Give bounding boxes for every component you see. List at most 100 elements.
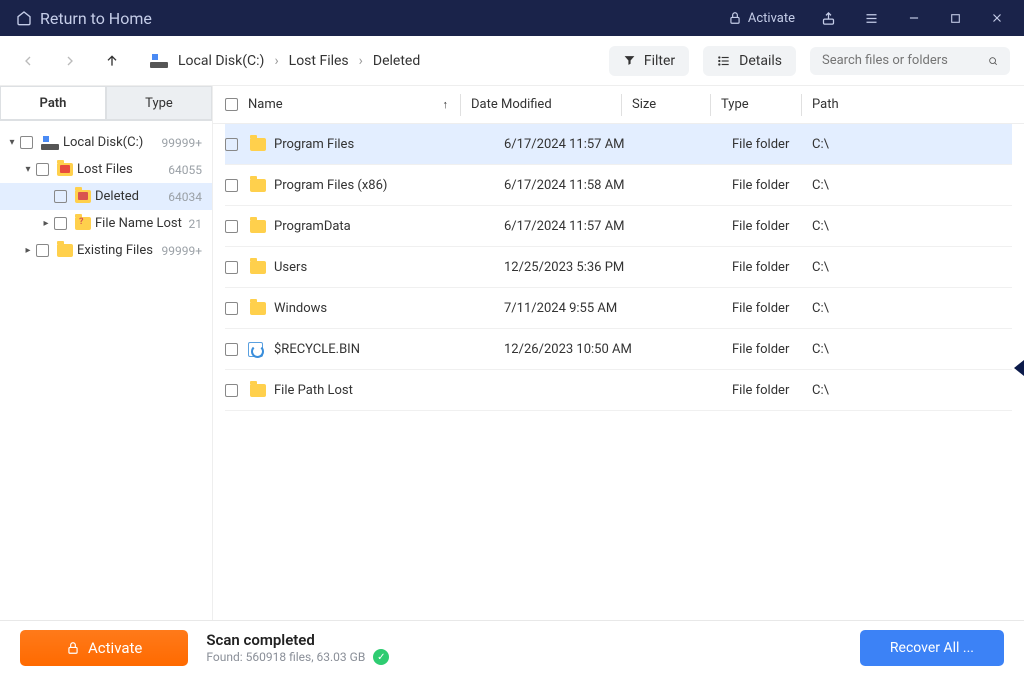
search-input[interactable] — [822, 53, 988, 68]
file-type: File folder — [732, 383, 812, 398]
maximize-button[interactable] — [937, 4, 974, 33]
breadcrumb: Local Disk(C:) › Lost Files › Deleted — [140, 51, 595, 71]
file-checkbox[interactable] — [225, 343, 238, 356]
return-home-label: Return to Home — [40, 9, 152, 28]
tree-item-label: File Name Lost — [95, 216, 182, 231]
drive-icon — [150, 54, 168, 68]
tree-item-label: Existing Files — [77, 243, 153, 258]
filter-label: Filter — [644, 53, 675, 69]
file-row[interactable]: Program Files (x86)6/17/2024 11:58 AMFil… — [225, 165, 1012, 206]
arrow-left-icon — [20, 53, 36, 69]
tree-checkbox[interactable] — [54, 217, 67, 230]
tree-checkbox[interactable] — [36, 163, 49, 176]
recycle-bin-icon — [248, 342, 263, 357]
folder-icon — [250, 138, 266, 151]
caret-down-icon[interactable]: ▾ — [22, 164, 34, 175]
column-name[interactable]: Name↑ — [248, 97, 460, 112]
column-date[interactable]: Date Modified — [471, 97, 621, 112]
breadcrumb-item-0[interactable]: Local Disk(C:) — [174, 51, 268, 71]
folder-lost-icon — [57, 163, 73, 176]
search-box[interactable] — [810, 47, 1010, 75]
tree-checkbox[interactable] — [54, 190, 67, 203]
recover-all-button[interactable]: Recover All ... — [860, 630, 1004, 666]
breadcrumb-item-1[interactable]: Lost Files — [285, 51, 353, 71]
file-type: File folder — [732, 178, 812, 193]
details-button[interactable]: Details — [703, 46, 796, 76]
file-row[interactable]: Program Files6/17/2024 11:57 AMFile fold… — [225, 124, 1012, 165]
caret-right-icon[interactable]: ▸ — [22, 245, 34, 256]
file-name: ProgramData — [274, 219, 504, 234]
file-checkbox[interactable] — [225, 384, 238, 397]
folder-unknown-icon — [75, 217, 91, 230]
file-checkbox[interactable] — [225, 261, 238, 274]
file-checkbox[interactable] — [225, 138, 238, 151]
file-name: $RECYCLE.BIN — [274, 342, 504, 357]
column-size[interactable]: Size — [632, 97, 710, 112]
tab-type[interactable]: Type — [106, 86, 212, 120]
file-name: File Path Lost — [274, 383, 504, 398]
tree-item[interactable]: ▸File Name Lost21 — [0, 210, 212, 237]
folder-icon — [57, 244, 73, 257]
return-home-button[interactable]: Return to Home — [8, 5, 160, 32]
minimize-button[interactable] — [895, 3, 933, 33]
file-row[interactable]: $RECYCLE.BIN12/26/2023 10:50 AMFile fold… — [225, 329, 1012, 370]
column-type[interactable]: Type — [721, 97, 801, 112]
file-row[interactable]: ProgramData6/17/2024 11:57 AM File folder… — [225, 206, 1012, 247]
file-checkbox[interactable] — [225, 179, 238, 192]
tree-checkbox[interactable] — [20, 136, 33, 149]
caret-down-icon[interactable]: ▾ — [6, 137, 18, 148]
tree-item[interactable]: Deleted64034 — [0, 183, 212, 210]
chevron-right-icon: › — [359, 53, 363, 69]
side-panel-handle[interactable] — [1014, 360, 1024, 376]
toolbar: Local Disk(C:) › Lost Files › Deleted Fi… — [0, 36, 1024, 86]
nav-up-button[interactable] — [98, 47, 126, 75]
filter-button[interactable]: Filter — [609, 46, 689, 76]
maximize-icon — [949, 12, 962, 25]
titlebar-activate-button[interactable]: Activate — [718, 5, 805, 32]
tree-checkbox[interactable] — [36, 244, 49, 257]
details-label: Details — [739, 53, 782, 69]
search-icon — [988, 53, 998, 69]
tree-item-count: 99999+ — [161, 244, 202, 258]
file-row[interactable]: Users12/25/2023 5:36 PMFile folderC:\ — [225, 247, 1012, 288]
file-name: Program Files (x86) — [274, 178, 504, 193]
tree-item[interactable]: ▸ Existing Files 99999+ — [0, 237, 212, 264]
file-checkbox[interactable] — [225, 302, 238, 315]
tree-item[interactable]: ▾Local Disk(C:)99999+ — [0, 129, 212, 156]
menu-button[interactable] — [852, 3, 891, 34]
lock-icon — [66, 641, 80, 655]
folder-icon — [250, 220, 266, 233]
close-button[interactable] — [978, 3, 1016, 33]
file-row[interactable]: Windows7/11/2024 9:55 AMFile folderC:\ — [225, 288, 1012, 329]
breadcrumb-item-2[interactable]: Deleted — [369, 51, 424, 71]
activate-label: Activate — [88, 639, 142, 657]
statusbar: Activate Scan completed Found: 560918 fi… — [0, 620, 1024, 675]
file-date: 12/26/2023 10:50 AM — [504, 342, 654, 357]
nav-back-button[interactable] — [14, 47, 42, 75]
share-button[interactable] — [809, 3, 848, 34]
file-row[interactable]: File Path Lost File folderC:\ — [225, 370, 1012, 411]
file-type: File folder — [732, 301, 812, 316]
select-all-checkbox[interactable] — [225, 98, 238, 111]
file-date: 7/11/2024 9:55 AM — [504, 301, 654, 316]
column-path[interactable]: Path — [812, 97, 1012, 112]
file-checkbox[interactable] — [225, 220, 238, 233]
nav-forward-button[interactable] — [56, 47, 84, 75]
folder-icon — [250, 302, 266, 315]
caret-right-icon[interactable]: ▸ — [40, 218, 52, 229]
folder-icon — [250, 384, 266, 397]
tree-item[interactable]: ▾Lost Files64055 — [0, 156, 212, 183]
tab-path[interactable]: Path — [0, 86, 106, 120]
arrow-right-icon — [62, 53, 78, 69]
sidebar-tabs: Path Type — [0, 86, 212, 121]
file-name: Users — [274, 260, 504, 275]
file-path: C:\ — [812, 383, 1012, 398]
scan-title: Scan completed — [206, 631, 842, 649]
file-path: C:\ — [812, 219, 1012, 234]
scan-info: Scan completed Found: 560918 files, 63.0… — [206, 631, 842, 665]
file-date: 6/17/2024 11:57 AM — [504, 219, 654, 234]
chevron-right-icon: › — [274, 53, 278, 69]
home-icon — [16, 10, 32, 26]
activate-button[interactable]: Activate — [20, 630, 188, 666]
file-type: File folder — [732, 219, 812, 234]
